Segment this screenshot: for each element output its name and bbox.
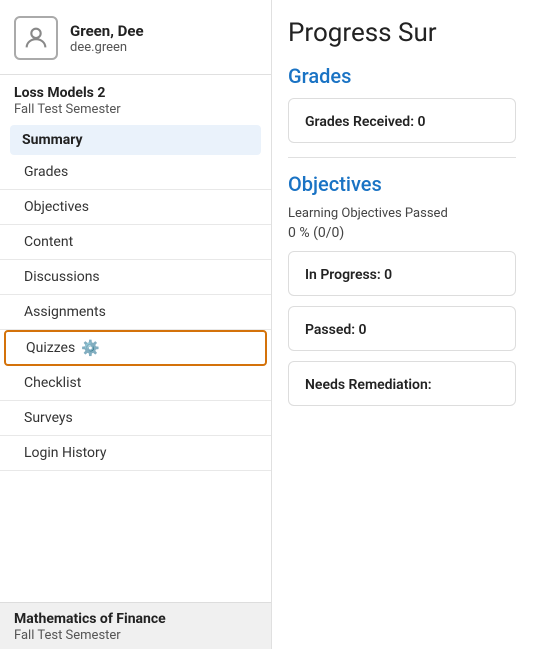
objectives-subtitle: Learning Objectives Passed [288, 206, 516, 221]
sidebar-item-objectives[interactable]: Objectives [0, 190, 271, 225]
sidebar-item-login-history[interactable]: Login History [0, 436, 271, 471]
nav-list: Grades Objectives Content Discussions As… [0, 155, 271, 602]
avatar [14, 16, 58, 60]
in-progress-card: In Progress: 0 [288, 251, 516, 296]
current-course-name: Loss Models 2 [14, 85, 257, 101]
login-history-label: Login History [24, 445, 107, 461]
grades-received-card: Grades Received: 0 [288, 98, 516, 143]
scrollable-area: Progress Sur Grades Grades Received: 0 O… [288, 18, 520, 607]
user-username: dee.green [70, 40, 144, 55]
user-info: Green, Dee dee.green [70, 22, 144, 55]
grades-section: Grades Grades Received: 0 [288, 64, 516, 143]
grades-received-label: Grades Received: 0 [305, 114, 426, 130]
grades-label: Grades [24, 164, 68, 180]
grades-section-heading: Grades [288, 64, 516, 88]
quizzes-label: Quizzes [26, 340, 75, 356]
sidebar-item-checklist[interactable]: Checklist [0, 366, 271, 401]
current-course-semester: Fall Test Semester [14, 102, 257, 117]
quiz-settings-icon: ⚙️ [81, 339, 100, 357]
passed-card: Passed: 0 [288, 306, 516, 351]
objectives-section: Objectives Learning Objectives Passed 0 … [288, 172, 516, 406]
sidebar-item-assignments[interactable]: Assignments [0, 295, 271, 330]
sidebar: Green, Dee dee.green Loss Models 2 Fall … [0, 0, 272, 649]
in-progress-label: In Progress: 0 [305, 267, 392, 283]
objectives-label: Objectives [24, 199, 89, 215]
current-course-block: Loss Models 2 Fall Test Semester [0, 75, 271, 117]
second-course-semester: Fall Test Semester [14, 628, 257, 643]
sidebar-item-grades[interactable]: Grades [0, 155, 271, 190]
main-content: Progress Sur Grades Grades Received: 0 O… [272, 0, 536, 649]
summary-nav-item[interactable]: Summary [10, 125, 261, 155]
user-name: Green, Dee [70, 22, 144, 40]
user-header: Green, Dee dee.green [0, 0, 271, 75]
sidebar-item-quizzes[interactable]: Quizzes ⚙️ [4, 330, 267, 366]
discussions-label: Discussions [24, 269, 100, 285]
section-divider [288, 157, 516, 158]
surveys-label: Surveys [24, 410, 73, 426]
objectives-percent: 0 % (0/0) [288, 225, 516, 241]
second-course-name: Mathematics of Finance [14, 611, 257, 627]
passed-label: Passed: 0 [305, 322, 367, 338]
assignments-label: Assignments [24, 304, 106, 320]
checklist-label: Checklist [24, 375, 81, 391]
page-title: Progress Sur [288, 18, 516, 48]
needs-remediation-card: Needs Remediation: [288, 361, 516, 406]
second-course-block: Mathematics of Finance Fall Test Semeste… [0, 602, 271, 649]
sidebar-item-surveys[interactable]: Surveys [0, 401, 271, 436]
objectives-section-heading: Objectives [288, 172, 516, 196]
sidebar-item-content[interactable]: Content [0, 225, 271, 260]
needs-remediation-label: Needs Remediation: [305, 377, 432, 393]
content-label: Content [24, 234, 73, 250]
sidebar-item-discussions[interactable]: Discussions [0, 260, 271, 295]
